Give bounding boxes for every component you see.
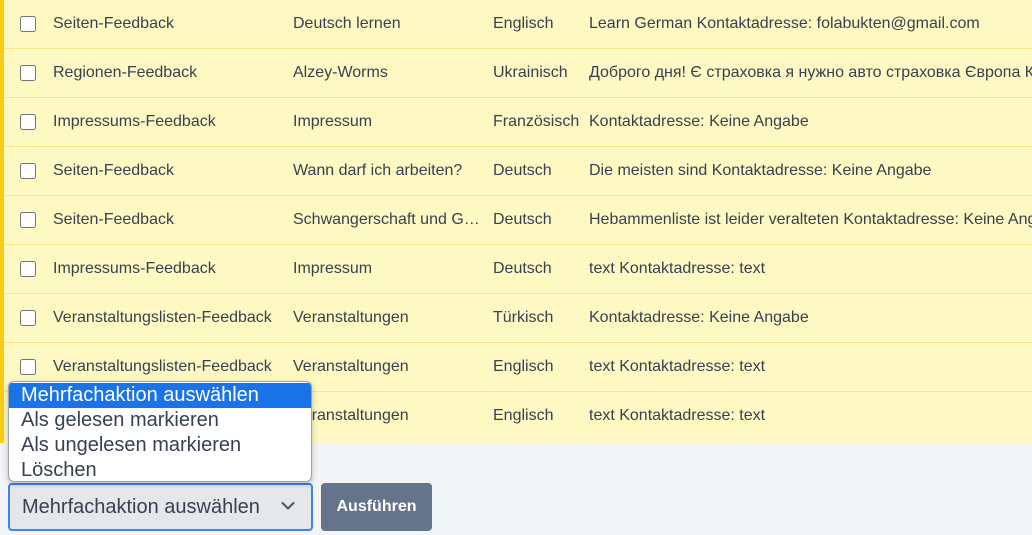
language-cell: Deutsch <box>493 260 552 277</box>
table-row[interactable]: Seiten-Feedback Wann darf ich arbeiten? … <box>4 147 1032 196</box>
feedback-type-cell: Seiten-Feedback <box>53 15 174 32</box>
message-cell: Kontaktadresse: Keine Angabe <box>589 309 809 326</box>
feedback-type-cell: Seiten-Feedback <box>53 162 174 179</box>
bulk-action-dropdown: Mehrfachaktion auswählen Als gelesen mar… <box>8 381 312 482</box>
feedback-type-cell: Seiten-Feedback <box>53 211 174 228</box>
language-cell: Deutsch <box>493 211 552 228</box>
row-checkbox[interactable] <box>20 114 36 130</box>
language-cell: Englisch <box>493 15 554 32</box>
message-cell: text Kontaktadresse: text <box>589 358 766 375</box>
message-cell: Hebammenliste ist leider veralteten Kont… <box>589 211 1032 228</box>
message-cell: text Kontaktadresse: text <box>589 407 766 424</box>
page-cell: Impressum <box>293 113 373 130</box>
page-cell: Veranstaltungen <box>293 358 409 375</box>
row-checkbox[interactable] <box>20 16 36 32</box>
message-cell: Die meisten sind Kontaktadresse: Keine A… <box>589 162 932 179</box>
page-cell: Impressum <box>293 260 373 277</box>
language-cell: Ukrainisch <box>493 64 568 81</box>
page-cell: Wann darf ich arbeiten? <box>293 162 463 179</box>
table-row[interactable]: Regionen-Feedback Alzey-Worms Ukrainisch… <box>4 49 1032 98</box>
row-checkbox[interactable] <box>20 310 36 326</box>
language-cell: Englisch <box>493 358 554 375</box>
table-row[interactable]: Seiten-Feedback Schwangerschaft und Gebu… <box>4 196 1032 245</box>
row-checkbox[interactable] <box>20 359 36 375</box>
table-row[interactable]: Impressums-Feedback Impressum Deutsch te… <box>4 245 1032 294</box>
chevron-down-icon <box>281 502 295 510</box>
feedback-type-cell: Impressums-Feedback <box>53 113 216 130</box>
bulk-action-selected-value: Mehrfachaktion auswählen <box>22 496 260 518</box>
feedback-type-cell: Impressums-Feedback <box>53 260 216 277</box>
message-cell: text Kontaktadresse: text <box>589 260 766 277</box>
feedback-table: Seiten-Feedback Deutsch lernen Englisch … <box>0 0 1032 443</box>
option-mark-unread[interactable]: Als ungelesen markieren <box>9 433 311 458</box>
language-cell: Deutsch <box>493 162 552 179</box>
page-cell: Veranstaltungen <box>293 309 409 326</box>
table-row[interactable]: Veranstaltungslisten-Feedback Veranstalt… <box>4 294 1032 343</box>
row-checkbox[interactable] <box>20 65 36 81</box>
option-select-action[interactable]: Mehrfachaktion auswählen <box>9 383 311 408</box>
language-cell: Französisch <box>493 113 580 130</box>
page-cell: Deutsch lernen <box>293 15 401 32</box>
page-cell: Alzey-Worms <box>293 64 388 81</box>
page-cell: Veranstaltungen <box>293 407 409 424</box>
message-cell: Kontaktadresse: Keine Angabe <box>589 113 809 130</box>
row-checkbox[interactable] <box>20 163 36 179</box>
run-button[interactable]: Ausführen <box>321 483 432 531</box>
language-cell: Englisch <box>493 407 554 424</box>
table-row[interactable]: Impressums-Feedback Impressum Französisc… <box>4 98 1032 147</box>
option-mark-read[interactable]: Als gelesen markieren <box>9 408 311 433</box>
row-checkbox[interactable] <box>20 261 36 277</box>
message-cell: Learn German Kontaktadresse: folabukten@… <box>589 15 980 32</box>
bulk-action-select[interactable]: Mehrfachaktion auswählen <box>8 483 313 531</box>
language-cell: Türkisch <box>493 309 554 326</box>
feedback-type-cell: Veranstaltungslisten-Feedback <box>53 309 272 326</box>
row-checkbox[interactable] <box>20 212 36 228</box>
message-cell: Доброго дня! Є страховка я нужно авто ст… <box>589 64 1032 81</box>
feedback-type-cell: Regionen-Feedback <box>53 64 198 81</box>
page-cell: Schwangerschaft und Geburt <box>293 211 481 228</box>
option-delete[interactable]: Löschen <box>9 458 311 481</box>
table-row[interactable]: Seiten-Feedback Deutsch lernen Englisch … <box>4 0 1032 49</box>
